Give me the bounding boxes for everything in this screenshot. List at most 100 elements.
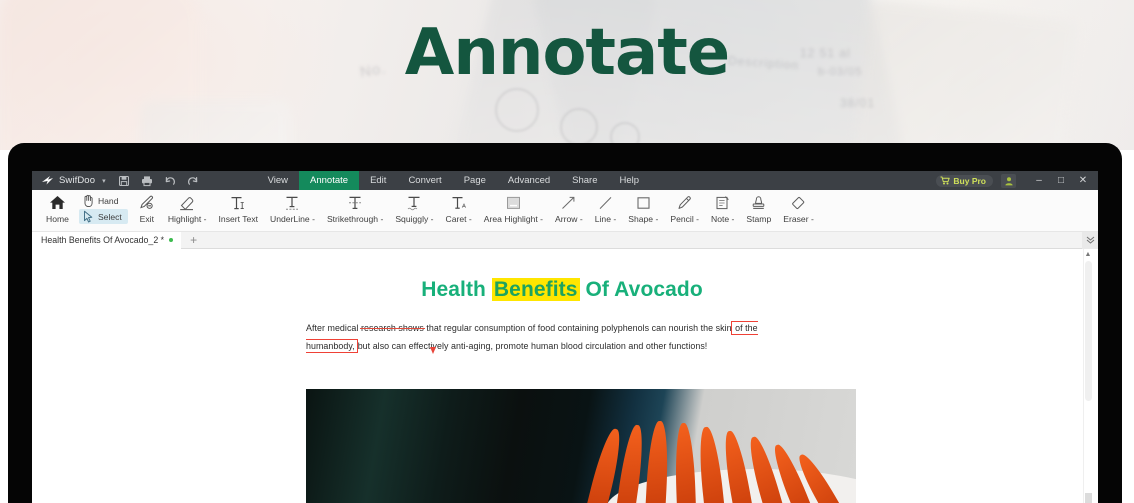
swifdoo-logo-icon: [41, 175, 54, 186]
pdf-page[interactable]: Health Benefits Of Avocado After medical…: [48, 249, 1076, 503]
user-account-button[interactable]: [1001, 173, 1016, 188]
buy-pro-button[interactable]: Buy Pro: [936, 174, 993, 187]
hand-icon: [82, 194, 94, 207]
line-tool[interactable]: Line -: [589, 190, 623, 224]
document-viewport[interactable]: Health Benefits Of Avocado After medical…: [32, 249, 1098, 503]
vertical-scrollbar[interactable]: ▲: [1083, 249, 1092, 503]
menu-edit[interactable]: Edit: [359, 171, 397, 190]
new-tab-button[interactable]: +: [181, 234, 206, 246]
titlebar-right-group: Buy Pro – □ ✕: [936, 171, 1098, 190]
scrollbar-thumb[interactable]: [1084, 261, 1092, 401]
stamp-icon: [750, 193, 767, 212]
maximize-button[interactable]: □: [1050, 171, 1072, 190]
pencil-label: Pencil -: [670, 214, 699, 224]
paragraph-text-4: vely anti-aging, promote human blood cir…: [432, 341, 708, 351]
underline-tool[interactable]: UnderLine -: [264, 190, 321, 224]
menu-view[interactable]: View: [257, 171, 299, 190]
arrow-tool[interactable]: Arrow -: [549, 190, 589, 224]
eraser-label: Eraser -: [783, 214, 814, 224]
document-paragraph: After medical research shows that regula…: [306, 319, 818, 355]
exit-pen-icon: [138, 193, 156, 212]
heading-part-2: Of Avocado: [579, 278, 703, 301]
shape-tool[interactable]: Shape -: [622, 190, 664, 224]
strikethrough-tool[interactable]: Strikethrough -: [321, 190, 389, 224]
insert-text-icon: [229, 193, 247, 212]
select-tool-label: Select: [97, 211, 122, 222]
exit-button[interactable]: Exit: [132, 190, 162, 224]
caret-icon: [450, 193, 468, 212]
home-button[interactable]: Home: [40, 190, 75, 224]
insert-text-label: Insert Text: [218, 214, 259, 224]
scrollbar-track-end[interactable]: [1084, 493, 1092, 503]
menu-share[interactable]: Share: [561, 171, 608, 190]
print-icon[interactable]: [141, 175, 153, 187]
squiggly-icon: [405, 193, 423, 212]
eraser-icon: [790, 193, 808, 212]
user-avatar-icon: [1004, 176, 1013, 185]
save-icon[interactable]: [118, 175, 130, 187]
document-image: [306, 389, 856, 503]
laptop-bezel: SwifDoo ▾ View Annotate Edit Convert Pag…: [8, 143, 1122, 503]
quick-access-toolbar: [118, 175, 199, 187]
hand-tool-button[interactable]: Hand: [79, 193, 128, 208]
pencil-tool[interactable]: Pencil -: [664, 190, 705, 224]
caret-tool[interactable]: Caret -: [440, 190, 478, 224]
stamp-tool[interactable]: Stamp: [740, 190, 777, 224]
app-titlebar: SwifDoo ▾ View Annotate Edit Convert Pag…: [32, 171, 1098, 190]
insert-text-tool[interactable]: Insert Text: [213, 190, 265, 224]
note-tool[interactable]: Note -: [705, 190, 740, 224]
menu-annotate[interactable]: Annotate: [299, 171, 360, 190]
home-label: Home: [46, 214, 69, 224]
menu-page[interactable]: Page: [453, 171, 497, 190]
buy-pro-label: Buy Pro: [953, 175, 986, 186]
redo-icon[interactable]: [187, 175, 199, 187]
eraser-tool[interactable]: Eraser -: [777, 190, 820, 224]
exit-label: Exit: [139, 214, 154, 224]
paragraph-text-3: but also can effecti: [357, 341, 433, 351]
hero-decor-circle: [560, 108, 598, 146]
line-label: Line -: [594, 214, 617, 224]
menu-help[interactable]: Help: [609, 171, 651, 190]
brand-dropdown-icon[interactable]: ▾: [102, 177, 106, 185]
close-button[interactable]: ✕: [1072, 171, 1094, 190]
highlight-tool[interactable]: Highlight -: [162, 190, 213, 224]
collapse-ribbon-button[interactable]: [1082, 231, 1098, 249]
squiggly-tool[interactable]: Squiggly -: [389, 190, 439, 224]
hand-select-group: Hand Select: [75, 190, 132, 224]
image-carrot: [674, 422, 697, 503]
underline-icon: [283, 193, 301, 212]
area-highlight-label: Area Highlight -: [483, 214, 544, 224]
arrow-icon: [560, 193, 577, 212]
document-tab[interactable]: Health Benefits Of Avocado_2 *: [32, 231, 182, 249]
line-icon: [597, 193, 614, 212]
highlighter-icon: [177, 193, 197, 212]
document-tab-strip: Health Benefits Of Avocado_2 * +: [32, 231, 1098, 249]
strikethrough-icon: [346, 193, 364, 212]
chevron-double-down-icon: [1086, 236, 1094, 244]
document-heading: Health Benefits Of Avocado: [48, 278, 1076, 302]
paragraph-text-1: After medical: [306, 323, 361, 333]
scroll-up-arrow-icon[interactable]: ▲: [1085, 251, 1092, 258]
area-highlight-tool[interactable]: Area Highlight -: [478, 190, 549, 224]
app-brand-name: SwifDoo: [59, 175, 96, 186]
app-window: SwifDoo ▾ View Annotate Edit Convert Pag…: [32, 171, 1098, 503]
main-menu-bar: View Annotate Edit Convert Page Advanced…: [257, 171, 650, 190]
minimize-button[interactable]: –: [1028, 171, 1050, 190]
hero-ghost-text: 38/01: [840, 96, 876, 110]
heading-part-1: Health: [421, 278, 492, 301]
page-left-margin: [32, 249, 48, 503]
unsaved-indicator-dot: [169, 238, 174, 242]
squiggly-label: Squiggly -: [395, 214, 434, 224]
note-label: Note -: [711, 214, 735, 224]
menu-advanced[interactable]: Advanced: [497, 171, 561, 190]
shape-label: Shape -: [628, 214, 659, 224]
menu-convert[interactable]: Convert: [397, 171, 452, 190]
arrow-label: Arrow -: [555, 214, 583, 224]
strikethrough-annotation[interactable]: research shows: [361, 323, 424, 333]
select-tool-button[interactable]: Select: [78, 209, 128, 224]
heading-highlighted-word: Benefits: [491, 278, 580, 301]
home-icon: [49, 193, 66, 212]
undo-icon[interactable]: [164, 175, 176, 187]
stamp-label: Stamp: [746, 214, 772, 224]
image-carrot: [644, 420, 670, 503]
